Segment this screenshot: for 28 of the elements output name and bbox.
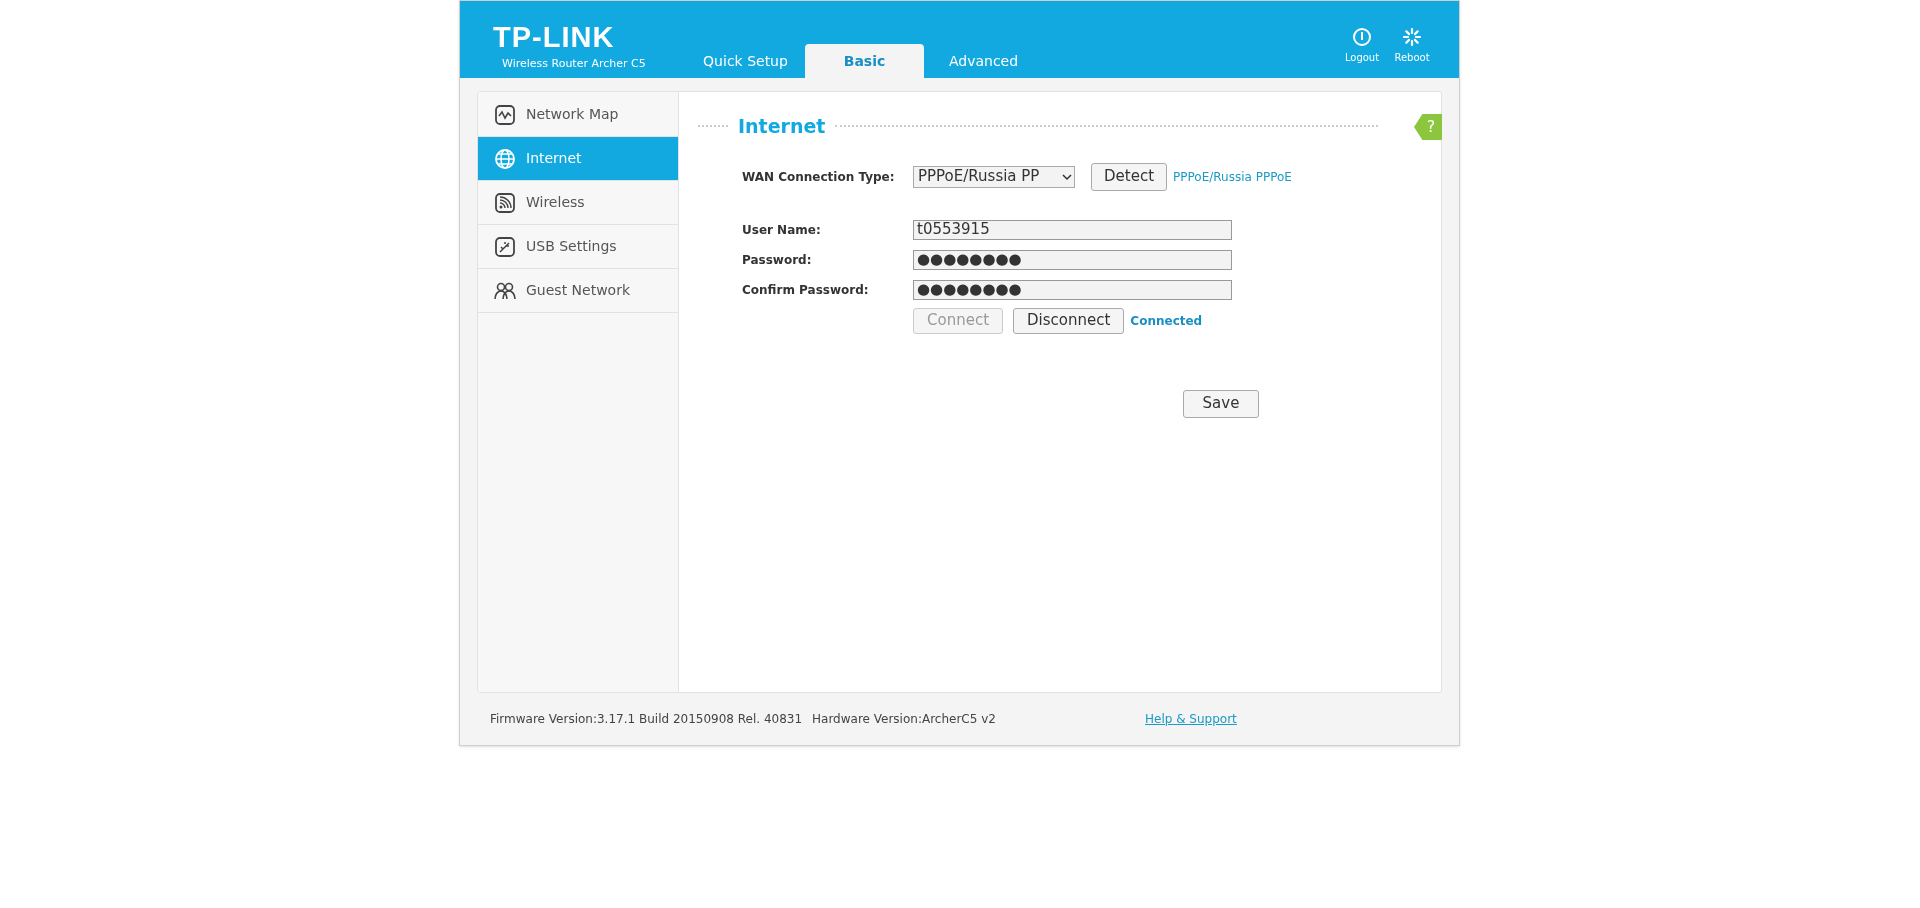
- firmware-version: Firmware Version:3.17.1 Build 20150908 Rel. 40831: [490, 711, 804, 728]
- chevron-down-icon: [1062, 172, 1072, 181]
- sidebar-item[interactable]: Wireless: [478, 181, 678, 225]
- detect-button[interactable]: Detect: [1091, 162, 1168, 191]
- router-model: Wireless Router Archer C5: [501, 55, 647, 72]
- section-title: Internet: [737, 114, 827, 139]
- field-label: WAN Connection Type:: [742, 168, 896, 186]
- globe-icon: [494, 147, 516, 170]
- usb-icon: [494, 235, 516, 258]
- hardware-version: Hardware Version:ArcherC5 v2: [812, 711, 997, 728]
- logo: TP-LINK: [493, 22, 616, 52]
- input-field[interactable]: ●●●●●●●●: [913, 249, 1232, 270]
- power-icon: [1352, 27, 1372, 47]
- connection-type-dropdown[interactable]: PPPoE/Russia PP: [913, 165, 1075, 188]
- detected-type: PPPoE/Russia PPPoE: [1173, 168, 1292, 186]
- field-label: Password:: [742, 251, 813, 269]
- input-field[interactable]: ●●●●●●●●: [913, 279, 1232, 300]
- connection-status: Connected: [1130, 312, 1203, 330]
- wifi-signal-icon: [494, 191, 516, 214]
- input-field[interactable]: t0553915: [913, 219, 1232, 240]
- sidebar-item[interactable]: USB Settings: [478, 225, 678, 269]
- sidebar-item[interactable]: Guest Network: [478, 269, 678, 313]
- field-label: User Name:: [742, 221, 822, 239]
- connection-button[interactable]: Disconnect: [1013, 307, 1125, 334]
- pulse-icon: [494, 103, 516, 126]
- save-button[interactable]: Save: [1183, 389, 1259, 418]
- field-label: Confirm Password:: [742, 281, 870, 299]
- asterisk-icon: [1402, 27, 1422, 47]
